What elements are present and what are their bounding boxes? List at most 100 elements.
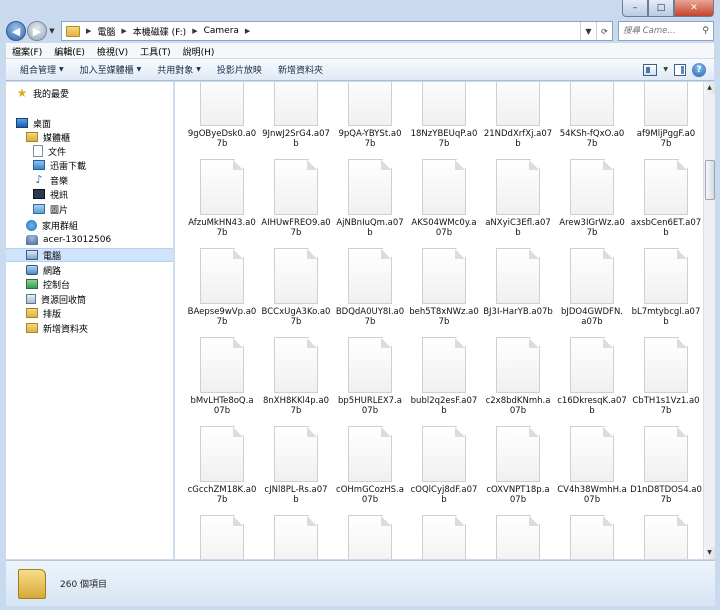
file-item[interactable]: cOXVNPT18p.a 07b	[481, 422, 555, 511]
nav-video[interactable]: 視訊	[6, 187, 173, 201]
file-item[interactable]: BJ3I-HarYB.a07b	[481, 244, 555, 333]
file-name-line: 9gOByeDsk0.a0	[187, 129, 257, 139]
file-item[interactable]: 9JnwJ2SrG4.a07 b	[259, 82, 333, 155]
nav-control-panel[interactable]: 控制台	[6, 277, 173, 291]
nav-homegroup[interactable]: 家用群組	[6, 218, 173, 232]
file-item[interactable]: cJNl8PL-Rs.a07 b	[259, 422, 333, 511]
chevron-right-icon[interactable]: ▶	[192, 27, 197, 35]
file-item[interactable]: axsbCen6ET.a07 b	[629, 155, 703, 244]
nav-computer[interactable]: 電腦	[6, 248, 173, 262]
preview-pane-icon[interactable]	[674, 63, 686, 76]
address-dropdown-button[interactable]: ▼	[580, 22, 596, 40]
address-bar[interactable]: ▶ 電腦 ▶ 本機磁碟 (F:) ▶ Camera ▶ ▼ ⟳	[61, 21, 613, 41]
file-item[interactable]: BDQdA0UY8I.a0 7b	[333, 244, 407, 333]
file-item[interactable]: CV4h38WmhH.a 07b	[555, 422, 629, 511]
file-item[interactable]: bMvLHTe8oQ.a 07b	[185, 333, 259, 422]
file-item[interactable]: AjNBnIuQm.a07 b	[333, 155, 407, 244]
scroll-down-button[interactable]: ▼	[704, 547, 715, 559]
view-options-dropdown[interactable]: ▼	[663, 66, 668, 73]
organize-button[interactable]: 組合管理 ▼	[12, 63, 72, 76]
file-item[interactable]: DtWKgKdAnv.a07b	[555, 511, 629, 559]
nav-folder-layout[interactable]: 排版	[6, 306, 173, 320]
file-item[interactable]: 9pQA-YBYSt.a0 7b	[333, 82, 407, 155]
nav-recycle-bin[interactable]: 資源回收筒	[6, 292, 173, 306]
file-item[interactable]: cOHmGCozHS.a 07b	[333, 422, 407, 511]
file-item[interactable]: bp5HURLEX7.a 07b	[333, 333, 407, 422]
nav-user[interactable]: acer-13012506	[6, 233, 173, 247]
file-item[interactable]: Arew3IGrWz.a0 7b	[555, 155, 629, 244]
menu-edit[interactable]: 編輯(E)	[48, 43, 91, 58]
file-item[interactable]: 21NDdXrfXj.a07 b	[481, 82, 555, 155]
chevron-right-icon[interactable]: ▶	[245, 27, 250, 35]
help-icon[interactable]: ?	[692, 62, 706, 77]
menu-view[interactable]: 檢視(V)	[91, 43, 134, 58]
slideshow-button[interactable]: 投影片放映	[209, 63, 270, 76]
scroll-thumb[interactable]	[705, 160, 715, 200]
file-item[interactable]: D5vvi0wK3I.a07b	[259, 511, 333, 559]
breadcrumb-drive[interactable]: 本機磁碟 (F:)	[133, 25, 186, 38]
close-button[interactable]: ✕	[674, 0, 714, 17]
file-item[interactable]: bJDO4GWDFN. a07b	[555, 244, 629, 333]
file-item[interactable]: cGcchZM18K.a0 7b	[185, 422, 259, 511]
search-box[interactable]: ⚲	[618, 21, 714, 41]
new-folder-button[interactable]: 新增資料夾	[270, 63, 331, 76]
search-input[interactable]	[623, 26, 697, 36]
file-item[interactable]: D1nD8TDOS4.a0 7b	[629, 422, 703, 511]
share-button[interactable]: 共用對象 ▼	[149, 63, 209, 76]
vertical-scrollbar[interactable]: ▲ ▼	[703, 82, 715, 559]
forward-button[interactable]: ▶	[27, 21, 47, 41]
file-name-line: 7b	[216, 228, 228, 238]
change-view-icon[interactable]	[643, 63, 658, 76]
scroll-up-button[interactable]: ▲	[704, 82, 715, 94]
file-grid: 9gOByeDsk0.a0 7b 9JnwJ2SrG4.a07 b 9pQA-YBYSt…	[185, 82, 703, 559]
file-item[interactable]: af9MljPggF.a0 7b	[629, 82, 703, 155]
file-item[interactable]: AKS04WMc0y.a 07b	[407, 155, 481, 244]
file-item[interactable]: dJyRbfu0-r.a07b	[333, 511, 407, 559]
file-item[interactable]: BAepse9wVp.a0 7b	[185, 244, 259, 333]
maximize-button[interactable]: □	[648, 0, 674, 17]
chevron-down-icon: ▼	[136, 66, 142, 73]
document-icon	[33, 145, 43, 157]
file-item[interactable]: 9gOByeDsk0.a0 7b	[185, 82, 259, 155]
nav-libraries[interactable]: 媒體櫃	[6, 130, 173, 144]
search-icon[interactable]: ⚲	[702, 26, 709, 36]
back-button[interactable]: ◀	[6, 21, 26, 41]
menu-file[interactable]: 檔案(F)	[6, 43, 48, 58]
recent-pages-dropdown[interactable]: ▼	[47, 27, 57, 35]
file-item[interactable]: AfzuMkHN43.a0 7b	[185, 155, 259, 244]
nav-new-folder[interactable]: 新增資料夾	[6, 321, 173, 335]
file-item[interactable]: DS19U6CjgL.a07b	[481, 511, 555, 559]
file-item[interactable]: CbTH1s1Vz1.a0 7b	[629, 333, 703, 422]
file-item[interactable]: bubl2q2esF.a07 b	[407, 333, 481, 422]
file-item[interactable]: aNXyiC3Efl.a07 b	[481, 155, 555, 244]
nav-favorites[interactable]: ★ 我的最愛	[6, 86, 173, 100]
nav-desktop[interactable]: 桌面	[6, 116, 173, 130]
nav-thunder-downloads[interactable]: 迅雷下載	[6, 158, 173, 172]
file-item[interactable]: BCCxUgA3Ko.a0 7b	[259, 244, 333, 333]
file-item[interactable]: AIHUwFREO9.a0 7b	[259, 155, 333, 244]
nav-pictures[interactable]: 圖片	[6, 202, 173, 216]
add-to-library-button[interactable]: 加入至媒體櫃 ▼	[72, 63, 150, 76]
nav-documents[interactable]: 文件	[6, 144, 173, 158]
file-item[interactable]: D2q4Q5RWdK.a07b	[185, 511, 259, 559]
chevron-right-icon[interactable]: ▶	[121, 27, 126, 35]
file-item[interactable]: c2x8bdKNmh.a 07b	[481, 333, 555, 422]
breadcrumb-computer[interactable]: 電腦	[97, 25, 115, 38]
file-item[interactable]: bL7mtybcgl.a07 b	[629, 244, 703, 333]
file-item[interactable]: DpXj9-qNym.a07b	[407, 511, 481, 559]
nav-music[interactable]: ♪ 音樂	[6, 173, 173, 187]
chevron-right-icon[interactable]: ▶	[86, 27, 91, 35]
file-item[interactable]: 54KSh-fQxO.a0 7b	[555, 82, 629, 155]
minimize-button[interactable]: –	[622, 0, 648, 17]
breadcrumb-camera[interactable]: Camera	[204, 26, 239, 36]
file-item[interactable]: cOQlCyj8dF.a07 b	[407, 422, 481, 511]
menu-tools[interactable]: 工具(T)	[134, 43, 177, 58]
file-item[interactable]: dYiYtxpBpA.a07b	[629, 511, 703, 559]
nav-network[interactable]: 網路	[6, 263, 173, 277]
refresh-button[interactable]: ⟳	[596, 22, 612, 40]
file-item[interactable]: 8nXH8KKl4p.a0 7b	[259, 333, 333, 422]
file-item[interactable]: beh5T8xNWz.a0 7b	[407, 244, 481, 333]
menu-help[interactable]: 說明(H)	[177, 43, 221, 58]
file-item[interactable]: 18NzYBEUqP.a0 7b	[407, 82, 481, 155]
file-item[interactable]: c16DkresqK.a07 b	[555, 333, 629, 422]
